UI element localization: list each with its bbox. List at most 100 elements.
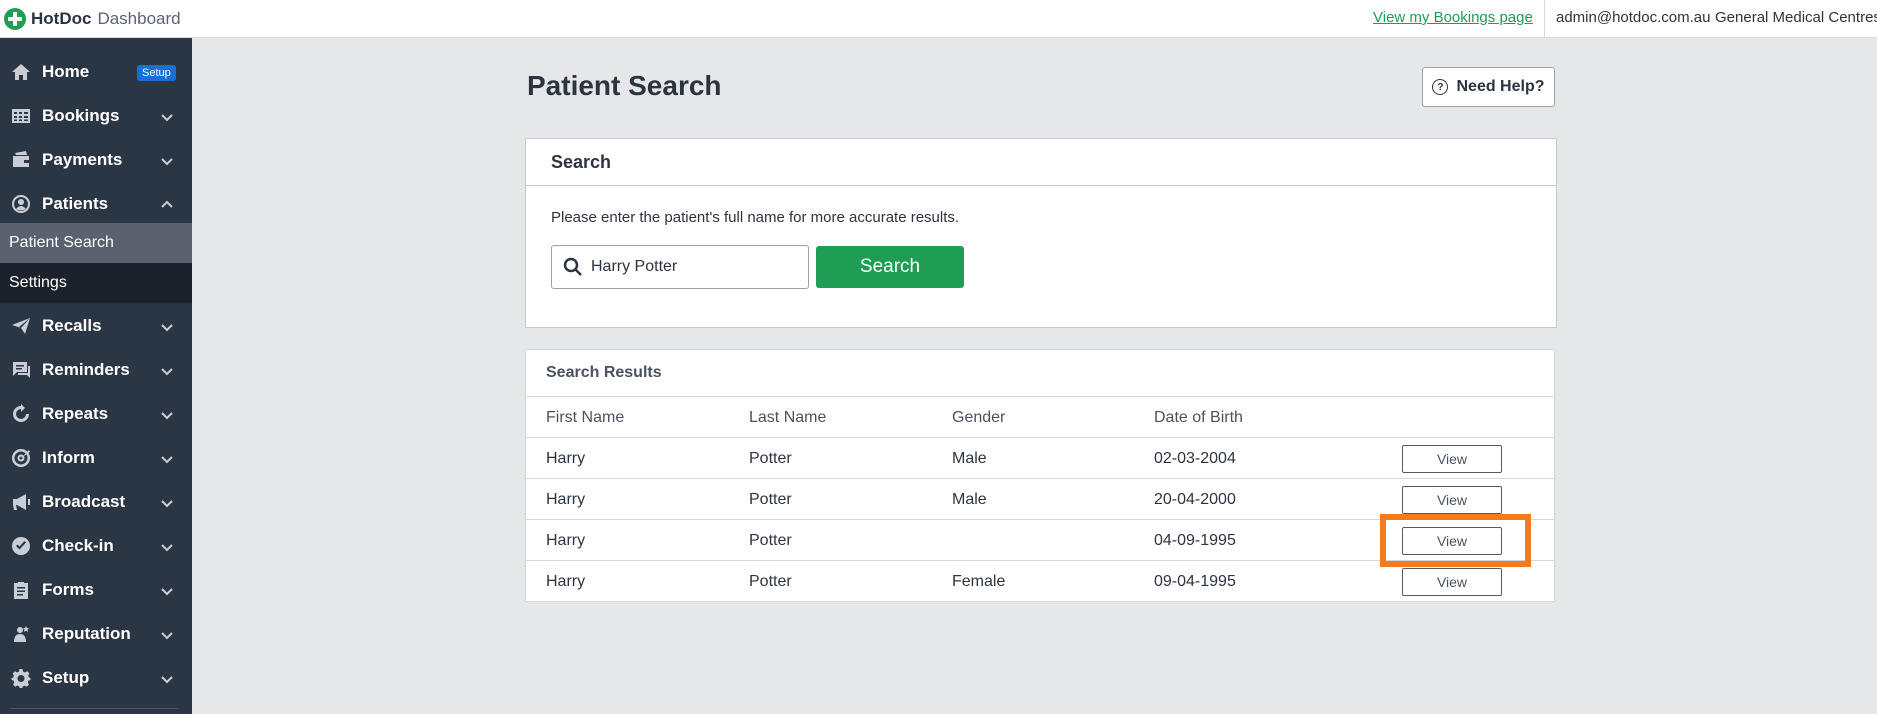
view-button[interactable]: View	[1402, 486, 1502, 514]
sidebar-item-reminders[interactable]: Reminders	[0, 348, 192, 392]
search-field[interactable]	[551, 245, 809, 289]
chevron-down-icon[interactable]	[160, 539, 174, 553]
column-header-first-name: First Name	[546, 409, 625, 426]
sidebar-item-label: Home	[42, 62, 90, 81]
brand-subtitle: Dashboard	[97, 9, 181, 28]
table-header-row: First Name Last Name Gender Date of Birt…	[526, 397, 1554, 438]
top-divider	[1544, 0, 1545, 38]
sidebar-item-label: Forms	[42, 580, 94, 599]
sidebar-item-label: Setup	[42, 668, 90, 687]
sidebar-item-reputation[interactable]: Reputation	[0, 612, 192, 656]
chevron-down-icon[interactable]	[160, 363, 174, 377]
hotdoc-logo[interactable]: HotDoc Dashboard	[4, 8, 181, 30]
last-name-cell: Potter	[749, 450, 792, 467]
column-header-gender: Gender	[952, 409, 1006, 426]
sidebar-item-broadcast[interactable]: Broadcast	[0, 480, 192, 524]
check-circle-icon	[10, 535, 32, 557]
sidebar-item-check-in[interactable]: Check-in	[0, 524, 192, 568]
view-button[interactable]: View	[1402, 445, 1502, 473]
patient-icon	[10, 193, 32, 215]
search-results-heading: Search Results	[526, 350, 1554, 397]
dob-cell: 20-04-2000	[1154, 491, 1236, 508]
dob-cell: 09-04-1995	[1154, 573, 1236, 590]
search-button[interactable]: Search	[816, 246, 964, 288]
sidebar-item-label: Check-in	[42, 536, 114, 555]
sidebar-item-bookings[interactable]: Bookings	[0, 94, 192, 138]
user-email[interactable]: admin@hotdoc.com.au	[1556, 9, 1710, 26]
setup-badge: Setup	[137, 65, 176, 81]
search-icon	[563, 257, 583, 277]
view-button[interactable]: View	[1402, 527, 1502, 555]
sidebar-item-setup[interactable]: Setup	[0, 656, 192, 700]
chevron-down-icon[interactable]	[160, 153, 174, 167]
sidebar-item-home[interactable]: Home Setup	[0, 50, 192, 94]
home-icon	[10, 61, 32, 83]
chevron-down-icon[interactable]	[160, 671, 174, 685]
sidebar-item-recalls[interactable]: Recalls	[0, 304, 192, 348]
first-name-cell: Harry	[546, 532, 586, 549]
sidebar-subitem-patient-search[interactable]: Patient Search	[0, 223, 192, 263]
sidebar-item-inform[interactable]: Inform	[0, 436, 192, 480]
sidebar-item-label: Bookings	[42, 106, 120, 125]
need-help-button[interactable]: ? Need Help?	[1422, 67, 1555, 107]
dob-cell: 02-03-2004	[1154, 450, 1236, 467]
gender-cell: Male	[952, 491, 987, 508]
top-bar: HotDoc Dashboard View my Bookings page a…	[0, 0, 1877, 38]
hotdoc-cross-icon	[4, 8, 26, 30]
wallet-icon	[10, 149, 32, 171]
sidebar: Home Setup Bookings Payments Patients Pa…	[0, 38, 192, 714]
sidebar-item-label: Recalls	[42, 316, 102, 335]
search-input[interactable]	[591, 258, 801, 276]
chevron-down-icon[interactable]	[160, 451, 174, 465]
sidebar-item-label: Repeats	[42, 404, 109, 423]
chevron-down-icon[interactable]	[160, 627, 174, 641]
sidebar-item-label: Reminders	[42, 360, 130, 379]
chevron-up-icon[interactable]	[160, 197, 174, 211]
chevron-down-icon[interactable]	[160, 407, 174, 421]
sidebar-item-payments[interactable]: Payments	[0, 138, 192, 182]
calendar-grid-icon	[10, 105, 32, 127]
sidebar-subitem-settings[interactable]: Settings	[0, 263, 192, 303]
sidebar-item-patients[interactable]: Patients	[0, 182, 192, 226]
search-panel-heading: Search	[526, 139, 1556, 186]
column-header-last-name: Last Name	[749, 409, 827, 426]
view-button[interactable]: View	[1402, 568, 1502, 596]
target-icon	[10, 447, 32, 469]
sidebar-item-repeats[interactable]: Repeats	[0, 392, 192, 436]
send-icon	[10, 315, 32, 337]
chevron-down-icon[interactable]	[160, 109, 174, 123]
chevron-down-icon[interactable]	[160, 319, 174, 333]
chevron-down-icon[interactable]	[160, 495, 174, 509]
need-help-label: Need Help?	[1456, 78, 1545, 95]
search-hint: Please enter the patient's full name for…	[551, 209, 960, 226]
table-row: Harry Potter Male 02-03-2004 View	[526, 438, 1554, 479]
last-name-cell: Potter	[749, 573, 792, 590]
chevron-down-icon[interactable]	[160, 583, 174, 597]
table-row: Harry Potter Female 09-04-1995 View	[526, 561, 1554, 602]
message-icon	[10, 359, 32, 381]
gender-cell: Male	[952, 450, 987, 467]
page-title: Patient Search	[527, 70, 722, 101]
first-name-cell: Harry	[546, 450, 586, 467]
column-header-dob: Date of Birth	[1154, 409, 1243, 426]
table-row: Harry Potter 04-09-1995 View	[526, 520, 1554, 561]
search-panel: Search Please enter the patient's full n…	[525, 138, 1557, 328]
dob-cell: 04-09-1995	[1154, 532, 1236, 549]
gear-icon	[10, 667, 32, 689]
sidebar-item-label: Patients	[42, 194, 109, 213]
person-star-icon	[10, 623, 32, 645]
sidebar-item-forms[interactable]: Forms	[0, 568, 192, 612]
last-name-cell: Potter	[749, 491, 792, 508]
sidebar-divider	[10, 708, 178, 709]
sidebar-item-label: Broadcast	[42, 492, 126, 511]
sidebar-item-label: Reputation	[42, 624, 131, 643]
practice-name[interactable]: General Medical Centres	[1715, 9, 1877, 26]
table-row: Harry Potter Male 20-04-2000 View	[526, 479, 1554, 520]
brand-name: HotDoc	[31, 9, 92, 28]
sidebar-item-label: Inform	[42, 448, 95, 467]
sidebar-item-label: Payments	[42, 150, 123, 169]
search-results-panel: Search Results First Name Last Name Gend…	[525, 349, 1555, 602]
last-name-cell: Potter	[749, 532, 792, 549]
view-bookings-link[interactable]: View my Bookings page	[1373, 9, 1533, 26]
question-icon: ?	[1432, 79, 1449, 95]
